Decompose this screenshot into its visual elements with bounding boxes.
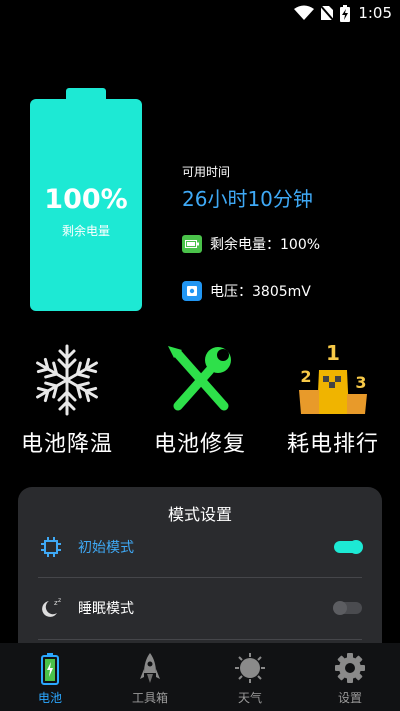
nav-item-settings[interactable]: 设置	[300, 643, 400, 711]
svg-text:z: z	[58, 597, 61, 604]
available-time-value: 26小时10分钟	[182, 187, 313, 211]
battery-cooling-label: 电池降温	[20, 432, 113, 457]
svg-text:2: 2	[300, 367, 311, 386]
battery-level-icon	[182, 235, 202, 253]
mode-sleep-toggle[interactable]	[333, 601, 362, 615]
gear-icon	[335, 653, 365, 683]
available-time-label: 可用时间	[182, 165, 231, 179]
rocket-icon	[140, 653, 160, 683]
power-ranking-button[interactable]: 1 2 3 耗电排行	[266, 340, 400, 458]
battery-graphic: 100% 剩余电量	[30, 88, 142, 312]
mode-initial-label: 初始模式	[78, 540, 134, 556]
battery-repair-label: 电池修复	[153, 432, 246, 457]
nav-item-toolbox[interactable]: 工具箱	[100, 643, 200, 711]
voltage-icon	[182, 281, 202, 301]
voltage-text: 电压：3805mV	[210, 284, 311, 300]
voltage-row: 电压：3805mV	[182, 281, 311, 301]
nav-item-battery[interactable]: 电池	[0, 643, 100, 711]
nav-label-toolbox: 工具箱	[131, 691, 168, 705]
divider	[38, 577, 362, 578]
nav-label-weather: 天气	[237, 691, 262, 705]
weather-icon	[235, 653, 265, 683]
mode-settings-card: 模式设置 初始模式 z z 睡眠模式	[18, 487, 382, 657]
nav-item-weather[interactable]: 天气	[200, 643, 300, 711]
divider	[38, 639, 362, 640]
mode-initial-toggle[interactable]	[334, 540, 363, 554]
wifi-icon	[294, 5, 315, 20]
mode-row-sleep[interactable]: z z 睡眠模式	[38, 579, 362, 637]
battery-percent: 100%	[44, 184, 128, 215]
chip-icon	[38, 534, 64, 560]
svg-text:3: 3	[355, 373, 366, 392]
battery-charging-icon	[340, 4, 351, 22]
ranking-podium-icon: 1 2 3	[299, 341, 367, 414]
status-time: 1:05	[358, 4, 392, 22]
no-sim-icon	[320, 5, 335, 21]
mode-row-initial[interactable]: 初始模式	[38, 518, 363, 576]
sleep-moon-icon: z z	[38, 595, 64, 621]
toggle-knob	[333, 601, 347, 615]
svg-text:1: 1	[326, 341, 340, 365]
nav-label-settings: 设置	[337, 691, 362, 705]
status-bar: 1:05	[0, 0, 400, 28]
battery-icon	[41, 653, 59, 685]
toggle-knob	[349, 540, 363, 554]
nav-label-battery: 电池	[37, 691, 62, 705]
mode-sleep-label: 睡眠模式	[78, 601, 134, 617]
snowflake-icon	[32, 344, 102, 416]
status-icons: 1:05	[294, 4, 392, 22]
repair-tools-icon	[168, 346, 231, 411]
bottom-nav: 电池 工具箱 天气 设置	[0, 643, 400, 711]
power-ranking-label: 耗电排行	[286, 432, 379, 457]
battery-repair-button[interactable]: 电池修复	[133, 340, 267, 458]
remaining-power-text: 剩余电量：100%	[210, 237, 321, 253]
battery-remaining-label: 剩余电量	[61, 224, 110, 238]
battery-cooling-button[interactable]: 电池降温	[0, 340, 134, 458]
remaining-power-row: 剩余电量：100%	[182, 234, 320, 254]
